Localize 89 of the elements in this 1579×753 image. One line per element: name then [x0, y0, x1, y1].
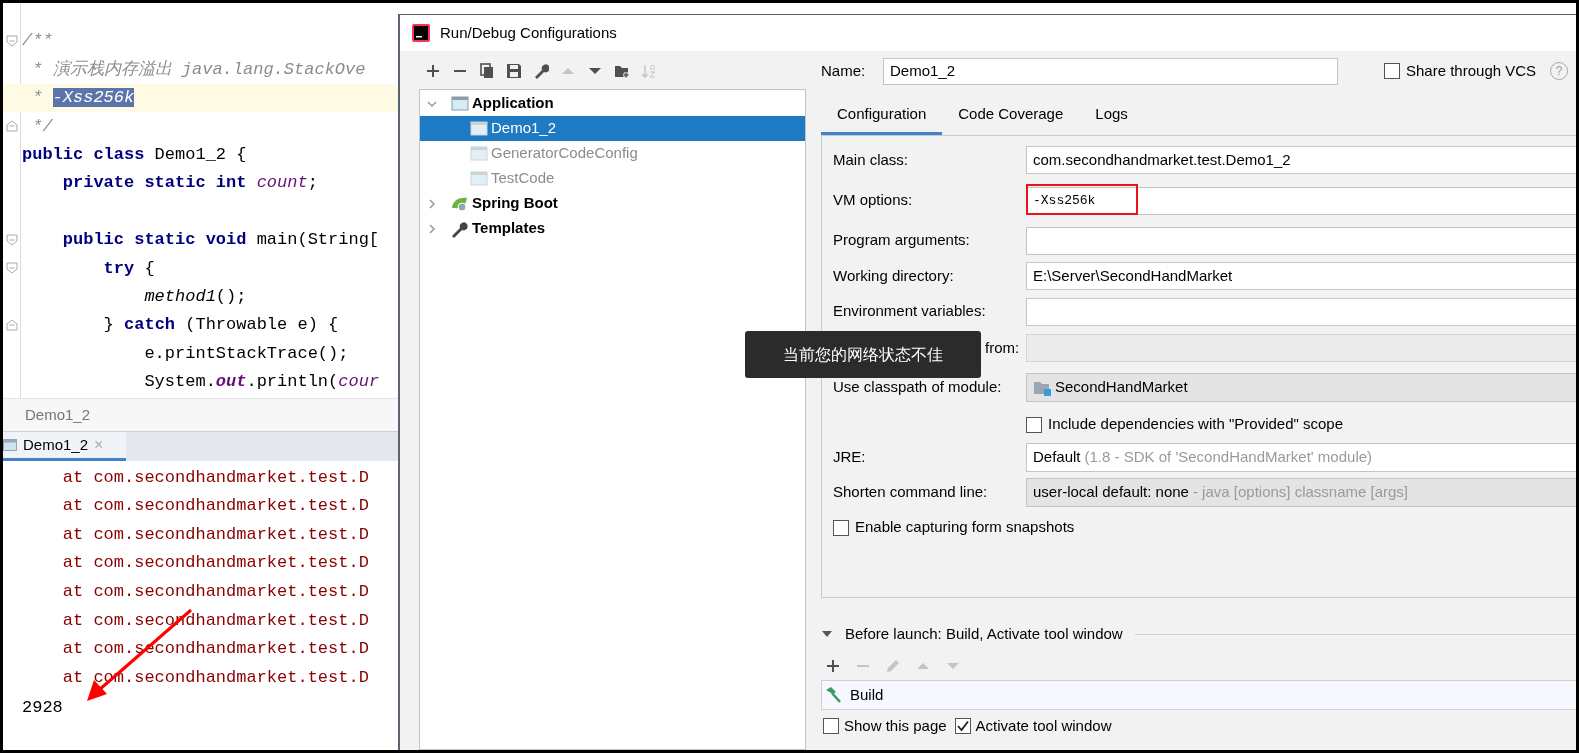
chevron-right-icon[interactable] — [426, 222, 438, 235]
field-value: Default — [1033, 446, 1081, 467]
wrench-icon — [451, 219, 469, 238]
window-icon — [451, 94, 469, 113]
field-label: Main class: — [833, 149, 909, 170]
field-label: JRE: — [833, 446, 866, 467]
checkbox-label[interactable]: Show this page — [844, 714, 947, 738]
dropdown[interactable]: SecondHandMarket — [1026, 373, 1576, 402]
add-icon[interactable] — [425, 63, 441, 79]
checkbox-label[interactable]: Enable capturing form snapshots — [855, 516, 1075, 539]
tree-item[interactable]: Demo1_2 — [420, 116, 805, 141]
input-field[interactable] — [1026, 297, 1576, 326]
field-label: Program arguments: — [833, 230, 970, 251]
input-field[interactable]: com.secondhandmarket.test.Demo1_2 — [1026, 146, 1576, 174]
console-line: at com.secondhandmarket.test.D — [61, 523, 369, 546]
checkbox[interactable] — [1384, 63, 1400, 79]
field-label: VM options: — [833, 190, 913, 211]
window-icon — [470, 169, 488, 188]
field-value: user-local default: none — [1033, 482, 1189, 503]
tree-item[interactable]: Application — [420, 91, 805, 116]
section-title: Before launch: Build, Activate tool window — [845, 623, 1123, 644]
fold-marker-icon[interactable] — [6, 318, 18, 331]
field-label: Name: — [821, 60, 867, 81]
window-title: Run/Debug Configurations — [440, 22, 617, 43]
code-line: */ — [31, 115, 53, 138]
tab[interactable]: Logs — [1079, 97, 1144, 135]
field-value: SecondHandMarket — [1055, 377, 1188, 398]
checkbox[interactable] — [1026, 416, 1042, 433]
window-icon — [470, 119, 488, 138]
add-icon[interactable] — [825, 658, 841, 674]
field-value: -Xss256k — [1033, 191, 1096, 210]
chevron-right-icon[interactable] — [426, 197, 438, 210]
code-line: e.printStackTrace(); — [143, 342, 349, 365]
tab[interactable]: Code Coverage — [942, 97, 1080, 135]
copy-icon[interactable] — [479, 63, 495, 79]
code-line: * 演示栈内存溢出 java.lang.StackOve — [31, 58, 366, 81]
input-field[interactable]: E:\Server\SecondHandMarket — [1026, 262, 1576, 290]
checkbox-label[interactable]: Share through VCS — [1406, 59, 1537, 83]
window-icon — [3, 439, 17, 451]
hint-text: (1.8 - SDK of 'SecondHandMarket' module) — [1084, 446, 1373, 467]
dropdown[interactable]: Default (1.8 - SDK of 'SecondHandMarket' module) — [1026, 442, 1576, 472]
field-label: Shorten command line: — [833, 482, 988, 503]
field-label: Working directory: — [833, 265, 954, 286]
fold-marker-icon[interactable] — [6, 120, 18, 133]
checkbox-label[interactable]: Activate tool window — [975, 714, 1112, 738]
field-label: Use classpath of module: — [833, 377, 1002, 398]
code-line: method1(); — [143, 285, 247, 308]
checkbox[interactable] — [954, 718, 971, 734]
field-value: com.secondhandmarket.test.Demo1_2 — [1033, 149, 1291, 170]
tree-item[interactable]: GeneratorCodeConfig — [420, 141, 805, 166]
code-line: private static int count; — [61, 172, 318, 195]
console-line: at com.secondhandmarket.test.D — [61, 495, 369, 518]
code-line: public static void main(String[ — [61, 229, 380, 252]
wrench-icon[interactable] — [533, 63, 549, 79]
fold-marker-icon[interactable] — [6, 233, 18, 246]
code-line: } catch (Throwable e) { — [102, 314, 339, 337]
console-line: at com.secondhandmarket.test.D — [61, 580, 369, 603]
console-line: at com.secondhandmarket.test.D — [61, 552, 369, 575]
tree-item[interactable]: Spring Boot — [420, 191, 805, 216]
app-logo-icon — [412, 24, 430, 42]
field-label: Environment variables: — [833, 301, 986, 322]
tab[interactable]: Configuration — [821, 97, 943, 135]
console-line: at com.secondhandmarket.test.D — [61, 466, 369, 489]
name-field[interactable]: Demo1_2 — [883, 57, 1338, 85]
input-field[interactable]: -Xss256k — [1026, 186, 1576, 215]
code-line: /** — [22, 30, 53, 53]
code-line: public class Demo1_2 { — [22, 144, 247, 166]
code-line: System.out.println(cour — [143, 371, 380, 394]
save-icon[interactable] — [506, 63, 522, 79]
tree-item[interactable]: Templates — [420, 216, 805, 241]
folder-add-icon[interactable] — [614, 63, 630, 79]
breadcrumb[interactable]: Demo1_2 — [25, 403, 91, 427]
network-toast: 当前您的网络状态不佳 — [745, 331, 981, 378]
code-line: try { — [102, 257, 155, 280]
fold-marker-icon[interactable] — [6, 262, 18, 275]
field-label: from: — [985, 337, 1020, 358]
hint-text: - java [options] classname [args] — [1192, 482, 1409, 503]
checkbox[interactable] — [833, 519, 849, 536]
input-field[interactable] — [1026, 226, 1576, 255]
field-value: E:\Server\SecondHandMarket — [1033, 265, 1233, 286]
console-line: 2928 — [22, 697, 63, 720]
dropdown[interactable]: user-local default: none - java [options] classname [args] — [1026, 478, 1576, 507]
collapse-triangle-icon[interactable] — [821, 629, 833, 639]
checkbox[interactable] — [823, 718, 839, 734]
run-tab[interactable]: Demo1_2 × — [3, 432, 126, 461]
window-icon — [470, 144, 488, 163]
hammer-icon — [824, 686, 842, 704]
checkbox-label[interactable]: Include dependencies with "Provided" scope — [1048, 413, 1343, 436]
fold-marker-icon[interactable] — [6, 35, 18, 47]
